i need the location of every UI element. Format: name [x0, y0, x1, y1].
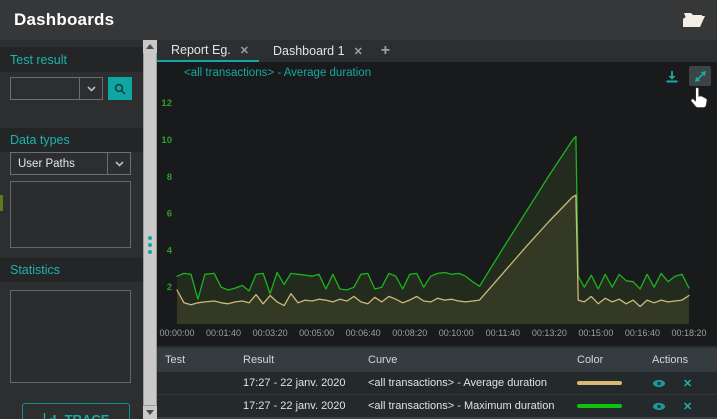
svg-text:00:06:40: 00:06:40 — [346, 328, 381, 338]
svg-text:00:03:20: 00:03:20 — [253, 328, 288, 338]
statistics-list[interactable] — [10, 290, 131, 383]
remove-curve-icon[interactable]: ✕ — [683, 400, 692, 413]
svg-text:10: 10 — [161, 135, 172, 146]
cell-result: 17:27 - 22 janv. 2020 — [243, 400, 368, 412]
page-title: Dashboards — [14, 10, 114, 30]
curve-color-swatch — [577, 404, 622, 408]
close-icon[interactable]: ✕ — [240, 44, 249, 57]
section-statistics: Statistics — [0, 258, 143, 282]
main-panel: Report Eg. ✕ Dashboard 1 ✕ + <all transa… — [157, 40, 717, 419]
curves-table: Test Result Curve Color Actions 17:27 - … — [157, 348, 717, 419]
tab-label: Dashboard 1 — [273, 44, 345, 58]
col-color: Color — [577, 354, 652, 366]
cell-curve: <all transactions> - Average duration — [368, 377, 577, 389]
svg-text:4: 4 — [167, 245, 173, 256]
sidebar: Test result Data types User Paths Statis… — [0, 40, 143, 419]
table-header-row: Test Result Curve Color Actions — [157, 348, 717, 371]
col-curve: Curve — [368, 354, 577, 366]
tab-dashboard-1[interactable]: Dashboard 1 ✕ — [259, 40, 373, 62]
svg-text:00:15:00: 00:15:00 — [578, 328, 613, 338]
svg-text:6: 6 — [167, 209, 172, 220]
chart-panel: <all transactions> - Average duration — [157, 62, 717, 346]
svg-text:00:10:00: 00:10:00 — [439, 328, 474, 338]
curve-color-swatch — [577, 381, 622, 385]
tab-bar: Report Eg. ✕ Dashboard 1 ✕ + — [157, 40, 717, 62]
section-test-result: Test result — [0, 47, 143, 72]
chevron-down-icon[interactable] — [107, 153, 130, 174]
scroll-up-arrow-icon[interactable] — [143, 40, 157, 53]
svg-text:00:16:40: 00:16:40 — [625, 328, 660, 338]
remove-curve-icon[interactable]: ✕ — [683, 377, 692, 390]
col-actions: Actions — [652, 354, 717, 366]
scrollbar-thumb[interactable] — [144, 53, 156, 405]
tab-report-eg[interactable]: Report Eg. ✕ — [157, 40, 259, 62]
bar-chart-icon — [43, 413, 58, 419]
svg-text:00:13:20: 00:13:20 — [532, 328, 567, 338]
section-statistics-label: Statistics — [10, 263, 60, 277]
data-type-combobox[interactable]: User Paths — [10, 152, 131, 175]
svg-text:00:01:40: 00:01:40 — [206, 328, 241, 338]
search-button[interactable] — [108, 77, 132, 100]
splitter-grip-icon[interactable] — [143, 236, 157, 254]
svg-text:00:18:20: 00:18:20 — [671, 328, 706, 338]
svg-text:00:11:40: 00:11:40 — [486, 328, 520, 338]
trace-button-label: TRACE — [65, 412, 110, 419]
top-header-bar: Dashboards — [0, 0, 717, 40]
trace-button[interactable]: TRACE — [22, 403, 130, 419]
table-row[interactable]: 17:27 - 22 janv. 2020 <all transactions>… — [157, 371, 717, 394]
cell-curve: <all transactions> - Maximum duration — [368, 400, 577, 412]
section-data-types: Data types — [0, 128, 143, 152]
panel-splitter-scrollbar[interactable] — [143, 40, 157, 419]
data-types-list[interactable] — [10, 181, 131, 248]
cell-result: 17:27 - 22 janv. 2020 — [243, 377, 368, 389]
data-type-combo-value: User Paths — [11, 153, 107, 174]
scroll-down-arrow-icon[interactable] — [143, 406, 157, 419]
collapsed-panel-edge — [0, 195, 3, 211]
section-test-result-label: Test result — [10, 53, 67, 67]
test-result-combobox[interactable] — [10, 77, 103, 100]
col-result: Result — [243, 354, 368, 366]
table-row[interactable]: 17:27 - 22 janv. 2020 <all transactions>… — [157, 394, 717, 417]
svg-text:12: 12 — [161, 98, 172, 109]
svg-text:00:00:00: 00:00:00 — [159, 328, 194, 338]
chevron-down-icon[interactable] — [79, 78, 102, 99]
close-icon[interactable]: ✕ — [354, 45, 363, 58]
test-result-combo-value — [11, 78, 79, 99]
svg-text:8: 8 — [167, 172, 172, 183]
col-test: Test — [165, 354, 243, 366]
eye-icon[interactable] — [652, 379, 666, 388]
eye-icon[interactable] — [652, 402, 666, 411]
svg-text:2: 2 — [167, 282, 172, 293]
dashboards-app: Dashboards Test result Data types User P… — [0, 0, 717, 419]
svg-text:00:08:20: 00:08:20 — [392, 328, 427, 338]
duration-line-chart[interactable]: 2 4 6 8 10 12 00:00:00 00:01:40 00:03:20 00:05:00… — [157, 62, 717, 346]
section-data-types-label: Data types — [10, 133, 70, 147]
open-folder-icon[interactable] — [681, 9, 707, 31]
search-icon — [114, 83, 126, 95]
svg-text:00:05:00: 00:05:00 — [299, 328, 334, 338]
tab-label: Report Eg. — [171, 43, 231, 57]
add-tab-icon[interactable]: + — [381, 43, 390, 59]
